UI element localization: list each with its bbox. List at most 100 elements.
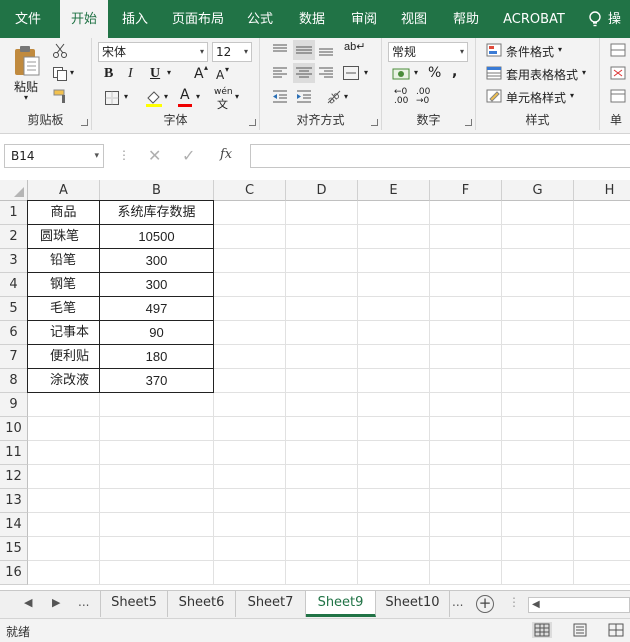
cell-f8[interactable] [430, 369, 502, 393]
scrollbar-grip-icon[interactable]: ⋮ [508, 595, 520, 609]
merge-center-icon[interactable] [342, 65, 360, 81]
cell-b13[interactable] [100, 489, 214, 513]
cell-f11[interactable] [430, 441, 502, 465]
cell-h6[interactable] [574, 321, 630, 345]
cell-a8[interactable]: 涂改液 [27, 368, 100, 393]
cell-e10[interactable] [358, 417, 430, 441]
cell-c2[interactable] [214, 225, 286, 249]
increase-indent-icon[interactable] [296, 89, 312, 103]
cell-d9[interactable] [286, 393, 358, 417]
cell-g7[interactable] [502, 345, 574, 369]
tab-acrobat[interactable]: ACROBAT [498, 0, 570, 38]
cell-d2[interactable] [286, 225, 358, 249]
cell-c1[interactable] [214, 201, 286, 225]
wrap-text-icon[interactable]: ab↵ [344, 40, 365, 53]
scroll-next-sheet-icon[interactable]: ▶ [52, 596, 60, 609]
sheet-tab-sheet9[interactable]: Sheet9 [306, 591, 376, 617]
cell-b1[interactable]: 系统库存数据 [99, 200, 214, 225]
cell-g10[interactable] [502, 417, 574, 441]
cell-g12[interactable] [502, 465, 574, 489]
cell-h9[interactable] [574, 393, 630, 417]
underline-dropdown-icon[interactable]: ▾ [167, 68, 171, 77]
cell-f9[interactable] [430, 393, 502, 417]
cell-b14[interactable] [100, 513, 214, 537]
new-sheet-icon[interactable]: + [476, 595, 494, 613]
paste-dropdown-icon[interactable]: ▾ [24, 93, 28, 102]
select-all-button[interactable] [0, 180, 28, 201]
column-header-h[interactable]: H [574, 180, 630, 201]
worksheet-grid[interactable]: ABCDEFGH 1 2 3 4 5 6 7 8 9 10 11 12 13 14 15 16 商品 系统库存数… [0, 180, 630, 590]
comma-button[interactable]: , [452, 64, 457, 80]
cell-g11[interactable] [502, 441, 574, 465]
column-header-c[interactable]: C [214, 180, 286, 201]
cell-d5[interactable] [286, 297, 358, 321]
cell-g5[interactable] [502, 297, 574, 321]
enter-check-icon[interactable]: ✓ [182, 146, 195, 165]
cell-h1[interactable] [574, 201, 630, 225]
cell-h4[interactable] [574, 273, 630, 297]
row-header-6[interactable]: 6 [0, 321, 28, 345]
cell-e8[interactable] [358, 369, 430, 393]
align-right-icon[interactable] [318, 66, 334, 80]
cell-f3[interactable] [430, 249, 502, 273]
cell-e6[interactable] [358, 321, 430, 345]
cell-c5[interactable] [214, 297, 286, 321]
cell-g3[interactable] [502, 249, 574, 273]
cell-h11[interactable] [574, 441, 630, 465]
align-left-icon[interactable] [272, 66, 288, 80]
cell-a10[interactable] [28, 417, 100, 441]
cell-e5[interactable] [358, 297, 430, 321]
align-bottom-icon[interactable] [318, 43, 334, 57]
align-center-button[interactable] [293, 63, 315, 83]
cell-h13[interactable] [574, 489, 630, 513]
cell-c14[interactable] [214, 513, 286, 537]
cell-e11[interactable] [358, 441, 430, 465]
cell-h16[interactable] [574, 561, 630, 585]
cell-d6[interactable] [286, 321, 358, 345]
cell-f6[interactable] [430, 321, 502, 345]
cell-c7[interactable] [214, 345, 286, 369]
fill-color-icon[interactable] [144, 88, 164, 108]
cell-a13[interactable] [28, 489, 100, 513]
cell-h14[interactable] [574, 513, 630, 537]
cell-c9[interactable] [214, 393, 286, 417]
row-header-9[interactable]: 9 [0, 393, 28, 417]
cell-a11[interactable] [28, 441, 100, 465]
row-header-3[interactable]: 3 [0, 249, 28, 273]
cell-f16[interactable] [430, 561, 502, 585]
font-color-button[interactable]: A [180, 87, 190, 103]
page-layout-view-button[interactable] [570, 622, 590, 638]
cell-g8[interactable] [502, 369, 574, 393]
cell-c3[interactable] [214, 249, 286, 273]
tab-file[interactable]: 文件 [6, 0, 50, 38]
tab-data[interactable]: 数据 [292, 0, 332, 38]
font-launcher-icon[interactable] [249, 119, 256, 126]
sheet-tab-sheet5[interactable]: Sheet5 [100, 591, 168, 617]
cell-c8[interactable] [214, 369, 286, 393]
format-as-table-button[interactable]: 套用表格格式 [506, 66, 578, 83]
orientation-icon[interactable]: ab [324, 87, 342, 105]
cell-b11[interactable] [100, 441, 214, 465]
cell-b10[interactable] [100, 417, 214, 441]
cell-c11[interactable] [214, 441, 286, 465]
normal-view-button[interactable] [532, 622, 552, 638]
number-format-combo[interactable]: 常规 ▾ [388, 42, 468, 62]
cell-styles-dropdown-icon[interactable]: ▾ [570, 91, 574, 100]
delete-cells-icon[interactable] [610, 66, 626, 80]
row-header-14[interactable]: 14 [0, 513, 28, 537]
copy-dropdown-icon[interactable]: ▾ [70, 68, 74, 77]
cell-f5[interactable] [430, 297, 502, 321]
cell-d1[interactable] [286, 201, 358, 225]
cell-h8[interactable] [574, 369, 630, 393]
sheets-left-ellipsis[interactable]: ... [78, 595, 89, 609]
cell-e13[interactable] [358, 489, 430, 513]
align-top-icon[interactable] [272, 43, 288, 57]
cell-c10[interactable] [214, 417, 286, 441]
cell-h3[interactable] [574, 249, 630, 273]
cell-f14[interactable] [430, 513, 502, 537]
accounting-format-icon[interactable] [392, 66, 412, 82]
sheets-right-ellipsis[interactable]: ... [452, 595, 463, 609]
cell-d15[interactable] [286, 537, 358, 561]
page-break-view-button[interactable] [606, 622, 626, 638]
cell-e9[interactable] [358, 393, 430, 417]
